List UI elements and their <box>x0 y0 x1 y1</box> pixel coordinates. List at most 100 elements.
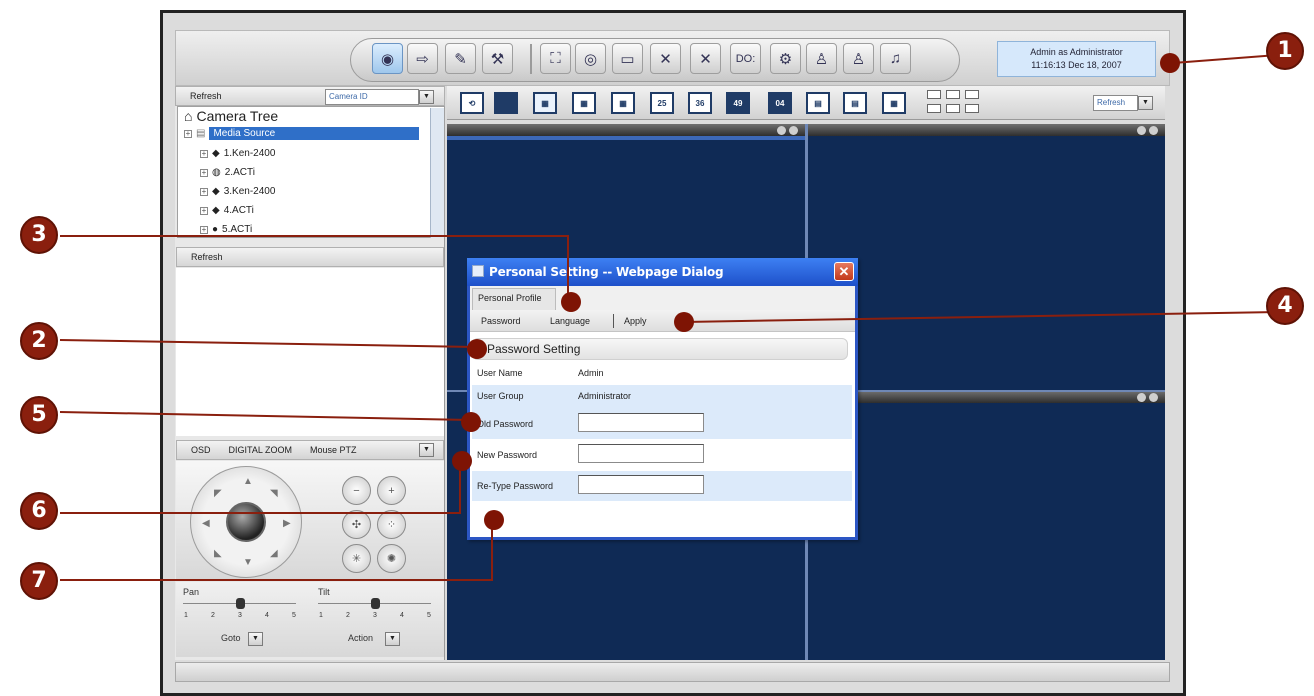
layout-25-icon[interactable]: 25 <box>650 92 674 114</box>
goto-dropdown[interactable]: ▼ <box>248 632 263 646</box>
arrow-down-icon[interactable]: ▼ <box>243 557 253 568</box>
tree-node-media-source[interactable]: + ▤ Media Source <box>184 127 420 140</box>
cell-button-icon[interactable] <box>1149 126 1158 135</box>
tab-mouse-ptz[interactable]: Mouse PTZ <box>310 445 357 455</box>
refresh-button[interactable]: Refresh <box>190 91 222 101</box>
tab-personal-profile[interactable]: Personal Profile <box>472 288 556 310</box>
old-password-field[interactable] <box>578 413 704 432</box>
cell-button-icon[interactable] <box>1149 393 1158 402</box>
expand-icon[interactable]: + <box>200 168 208 177</box>
dialog-menu <box>470 310 855 332</box>
cycle-layout-icon[interactable]: ⟲ <box>460 92 484 114</box>
cell-button-icon[interactable] <box>777 126 786 135</box>
export-icon[interactable]: ⇨ <box>407 43 438 74</box>
layout-alt-a-icon[interactable]: ▤ <box>806 92 830 114</box>
eye-icon[interactable]: ◉ <box>372 43 403 74</box>
focus-near-icon[interactable]: ✣ <box>342 510 371 539</box>
tree-item-camera-2[interactable]: + ◍ 2.ACTi <box>200 167 255 178</box>
layout-1-icon[interactable] <box>494 92 518 114</box>
tilt-tick: 3 <box>373 612 377 619</box>
layout-alt-b-icon[interactable]: ▤ <box>843 92 867 114</box>
tab-osd[interactable]: OSD <box>191 445 211 455</box>
tree-item-camera-1[interactable]: + ◆ 1.Ken-2400 <box>200 148 275 159</box>
layout-04-icon[interactable]: 04 <box>768 92 792 114</box>
iris-open-icon[interactable]: ✺ <box>377 544 406 573</box>
retype-password-field[interactable] <box>578 475 704 494</box>
new-password-field[interactable] <box>578 444 704 463</box>
user-settings-icon[interactable]: ♙ <box>843 43 874 74</box>
arrow-down-right-icon[interactable]: ◢ <box>270 548 278 559</box>
route-icon[interactable]: ✎ <box>445 43 476 74</box>
old-password-label: Old Password <box>477 419 534 429</box>
callout-anchor <box>452 451 472 471</box>
layout-small-icon[interactable] <box>965 104 979 113</box>
dialog-title: Personal Setting -- Webpage Dialog <box>467 258 858 286</box>
cell-button-icon[interactable] <box>789 126 798 135</box>
iris-close-icon[interactable]: ✳ <box>342 544 371 573</box>
mute-all-icon[interactable]: ✕ <box>690 43 721 74</box>
tree-item-camera-4[interactable]: + ◆ 4.ACTi <box>200 205 254 216</box>
arrow-right-icon[interactable]: ▶ <box>283 518 291 529</box>
arrow-up-left-icon[interactable]: ◤ <box>214 488 222 499</box>
user-icon[interactable]: ♙ <box>806 43 837 74</box>
layout-small-icon[interactable] <box>946 104 960 113</box>
expand-icon[interactable]: + <box>184 129 192 138</box>
arrow-left-icon[interactable]: ◀ <box>202 518 210 529</box>
chevron-down-icon[interactable]: ▼ <box>419 90 434 104</box>
tools-icon[interactable]: ⚒ <box>482 43 513 74</box>
layout-4-icon[interactable]: ▦ <box>533 92 557 114</box>
camera-id-select[interactable]: Camera ID <box>325 89 419 105</box>
layout-16-icon[interactable]: ▦ <box>611 92 635 114</box>
new-password-label: New Password <box>477 450 538 460</box>
audio-icon[interactable]: ♫ <box>880 43 911 74</box>
arrow-up-icon[interactable]: ▲ <box>243 476 253 487</box>
joystick-knob[interactable] <box>226 502 266 542</box>
tilt-slider-knob[interactable] <box>371 598 380 609</box>
fullscreen-icon[interactable]: ⛶ <box>540 43 571 74</box>
refresh-events-button[interactable]: Refresh <box>191 252 223 262</box>
chevron-down-icon[interactable]: ▼ <box>1138 96 1153 110</box>
arrow-up-right-icon[interactable]: ◥ <box>270 488 278 499</box>
expand-icon[interactable]: + <box>200 225 208 234</box>
layout-small-icon[interactable] <box>927 90 941 99</box>
expand-icon[interactable]: + <box>200 206 208 215</box>
layout-36-icon[interactable]: 36 <box>688 92 712 114</box>
action-dropdown[interactable]: ▼ <box>385 632 400 646</box>
close-icon[interactable]: ✕ <box>834 262 854 281</box>
layout-alt-c-icon[interactable]: ▦ <box>882 92 906 114</box>
tree-item-camera-5[interactable]: + ● 5.ACTi <box>200 224 252 235</box>
cell-button-icon[interactable] <box>1137 393 1146 402</box>
callout-6: 6 <box>20 492 58 530</box>
expand-icon[interactable]: + <box>200 149 208 158</box>
expand-icon[interactable]: + <box>200 187 208 196</box>
apply-button[interactable]: Apply <box>624 316 647 326</box>
pan-slider-knob[interactable] <box>236 598 245 609</box>
form-row: User Name Admin <box>472 363 852 385</box>
layout-49-icon[interactable]: 49 <box>726 92 750 114</box>
pan-tick: 5 <box>292 612 296 619</box>
digital-output-icon[interactable]: DO: <box>730 43 761 74</box>
layout-small-icon[interactable] <box>946 90 960 99</box>
tree-scrollbar[interactable] <box>430 108 444 238</box>
refresh-rate-select[interactable]: Refresh <box>1093 95 1138 111</box>
focus-far-icon[interactable]: ⁘ <box>377 510 406 539</box>
zoom-in-icon[interactable]: + <box>377 476 406 505</box>
callout-4: 4 <box>1266 287 1304 325</box>
mute-video-icon[interactable]: ✕ <box>650 43 681 74</box>
menu-divider <box>613 314 614 328</box>
layout-small-icon[interactable] <box>927 104 941 113</box>
layout-9-icon[interactable]: ▦ <box>572 92 596 114</box>
zoom-out-icon[interactable]: − <box>342 476 371 505</box>
record-icon[interactable]: ▭ <box>612 43 643 74</box>
snapshot-icon[interactable]: ◎ <box>575 43 606 74</box>
layout-small-icon[interactable] <box>965 90 979 99</box>
tree-item-camera-3[interactable]: + ◆ 3.Ken-2400 <box>200 186 275 197</box>
settings-icon[interactable]: ⚙ <box>770 43 801 74</box>
menu-password[interactable]: Password <box>481 316 521 326</box>
home-icon: ⌂ <box>184 108 193 124</box>
menu-language[interactable]: Language <box>550 316 590 326</box>
arrow-down-left-icon[interactable]: ◣ <box>214 548 222 559</box>
cell-button-icon[interactable] <box>1137 126 1146 135</box>
chevron-down-icon[interactable]: ▼ <box>419 443 434 457</box>
tab-digital-zoom[interactable]: DIGITAL ZOOM <box>229 445 293 455</box>
